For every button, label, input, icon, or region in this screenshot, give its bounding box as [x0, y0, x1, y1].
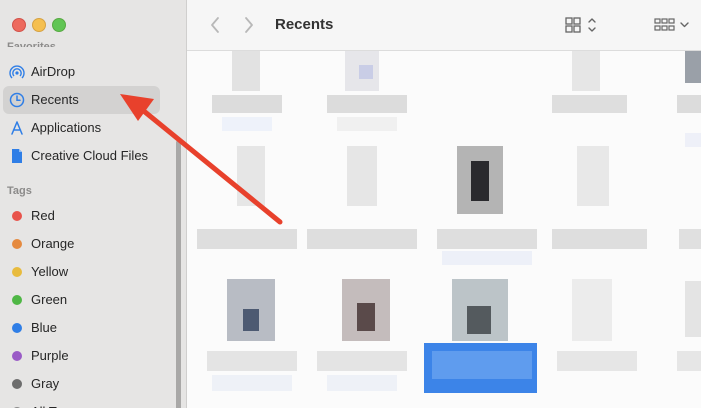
file-item[interactable] — [677, 51, 701, 147]
icon-grid-view-icon — [565, 17, 596, 33]
view-mode-button[interactable] — [565, 15, 599, 35]
sidebar-item-tag-yellow[interactable]: Yellow — [3, 258, 160, 286]
file-item[interactable] — [317, 279, 407, 391]
file-item[interactable] — [557, 279, 637, 371]
group-by-button[interactable] — [654, 15, 694, 35]
sidebar-scrollbar[interactable] — [176, 140, 181, 408]
sidebar-item-label: Yellow — [31, 264, 69, 279]
sidebar-item-recents[interactable]: Recents — [3, 86, 160, 114]
file-item[interactable] — [677, 229, 701, 371]
file-item[interactable] — [424, 279, 537, 393]
document-icon — [9, 148, 25, 164]
file-item[interactable] — [212, 51, 282, 131]
sidebar-item-tag-red[interactable]: Red — [3, 202, 160, 230]
file-item[interactable] — [197, 146, 297, 249]
forward-button[interactable] — [239, 14, 259, 36]
tags-header: Tags — [7, 185, 32, 197]
sidebar-item-label: All Tags… — [31, 398, 89, 408]
sidebar-item-tag-gray[interactable]: Gray — [3, 370, 160, 398]
tag-color-dot — [12, 211, 22, 221]
file-grid[interactable] — [187, 51, 701, 408]
sidebar-item-label: Orange — [31, 236, 75, 251]
clock-icon — [9, 92, 25, 108]
sidebar-item-tag-green[interactable]: Green — [3, 286, 160, 314]
chevron-left-icon — [211, 17, 219, 33]
sidebar-item-label: Purple — [31, 348, 69, 363]
tag-color-dot — [12, 295, 22, 305]
file-item[interactable] — [327, 51, 407, 131]
file-item[interactable] — [552, 146, 647, 249]
sidebar-item-label: Blue — [31, 320, 58, 335]
sidebar-item-label: Creative Cloud Files — [31, 148, 149, 163]
sidebar-item-tag-purple[interactable]: Purple — [3, 342, 160, 370]
window-title: Recents — [275, 16, 334, 33]
blurred-file-grid-image — [197, 51, 701, 393]
applications-icon — [9, 120, 25, 136]
sidebar-item-label: AirDrop — [31, 64, 76, 79]
maximize-window-button[interactable] — [52, 18, 66, 32]
sidebar-item-label: Recents — [31, 92, 79, 107]
file-item[interactable] — [207, 279, 297, 391]
sidebar: Favorites AirDrop Recents Applications C… — [0, 0, 187, 408]
chevron-right-icon — [245, 17, 253, 33]
close-window-button[interactable] — [12, 18, 26, 32]
file-item[interactable] — [437, 146, 537, 265]
sidebar-item-airdrop[interactable]: AirDrop — [3, 58, 160, 86]
back-button[interactable] — [205, 14, 225, 36]
tag-color-dot — [12, 267, 22, 277]
toolbar: Recents — [187, 0, 701, 51]
sidebar-item-label: Red — [31, 208, 55, 223]
group-by-icon — [654, 18, 689, 31]
sidebar-item-tag-blue[interactable]: Blue — [3, 314, 160, 342]
sidebar-item-applications[interactable]: Applications — [3, 114, 160, 142]
favorites-header: Favorites — [7, 41, 56, 47]
tag-color-dot — [12, 351, 22, 361]
minimize-window-button[interactable] — [32, 18, 46, 32]
sidebar-item-creative-cloud-files[interactable]: Creative Cloud Files — [3, 142, 160, 170]
sidebar-item-label: Gray — [31, 376, 60, 391]
sidebar-item-tag-orange[interactable]: Orange — [3, 230, 160, 258]
tag-color-dot — [12, 239, 22, 249]
sidebar-item-all-tags[interactable]: All Tags… — [3, 398, 160, 408]
tag-color-dot — [12, 323, 22, 333]
file-item[interactable] — [307, 146, 417, 249]
tag-color-dot — [12, 379, 22, 389]
sidebar-item-label: Green — [31, 292, 68, 307]
file-item[interactable] — [552, 51, 627, 113]
airdrop-icon — [9, 64, 25, 80]
sidebar-item-label: Applications — [31, 120, 102, 135]
